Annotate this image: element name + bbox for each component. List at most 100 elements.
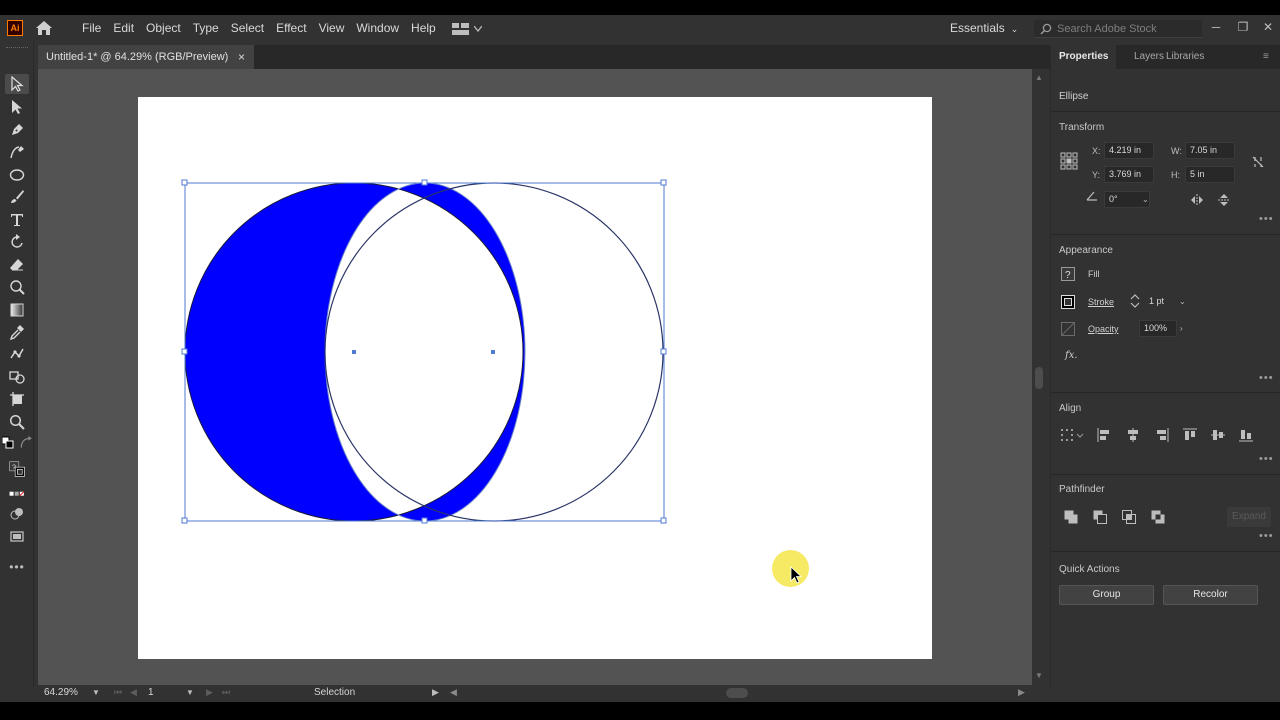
x-field[interactable]: 4.219 in <box>1104 142 1154 159</box>
artboard-tool[interactable] <box>5 389 29 409</box>
zoom-dropdown-icon[interactable]: ▼ <box>92 688 100 697</box>
align-to-selection-icon[interactable] <box>1061 429 1085 443</box>
opacity-arrow-icon[interactable]: › <box>1180 324 1183 333</box>
align-top-icon[interactable] <box>1183 428 1197 442</box>
artboard-number[interactable]: 1 <box>148 687 184 698</box>
home-icon[interactable] <box>35 20 53 36</box>
opacity-icon[interactable] <box>1061 322 1075 336</box>
align-more-options[interactable]: ••• <box>1259 453 1274 465</box>
menu-object[interactable]: Object <box>140 15 187 42</box>
gradient-tool[interactable] <box>5 300 29 320</box>
scroll-down-icon[interactable]: ▼ <box>1032 671 1046 680</box>
stroke-weight-field[interactable]: 1 pt <box>1144 293 1178 310</box>
selection-tool[interactable] <box>5 74 29 94</box>
screen-mode-button[interactable] <box>5 527 29 547</box>
default-colors-button[interactable] <box>2 436 16 449</box>
menu-edit[interactable]: Edit <box>107 15 140 42</box>
ellipse-tool[interactable] <box>5 165 29 185</box>
height-field[interactable]: 5 in <box>1185 166 1235 183</box>
workspace-switcher[interactable]: Essentials ⌄ <box>950 15 1018 42</box>
shape-builder-tool[interactable] <box>5 367 29 387</box>
panel-grip[interactable] <box>6 47 28 50</box>
last-artboard-icon[interactable]: ⏭ <box>222 687 230 698</box>
opacity-field[interactable]: 100% <box>1139 320 1177 337</box>
reference-point-icon[interactable] <box>1060 152 1078 170</box>
appearance-more-options[interactable]: ••• <box>1259 372 1274 384</box>
align-horizontal-center-icon[interactable] <box>1126 428 1140 442</box>
flip-horizontal-icon[interactable] <box>1190 193 1204 207</box>
canvas-area[interactable] <box>38 69 1032 685</box>
drawing-modes-button[interactable] <box>5 504 29 524</box>
align-vertical-center-icon[interactable] <box>1211 428 1225 442</box>
paintbrush-tool[interactable] <box>5 187 29 207</box>
puppet-warp-tool[interactable] <box>5 344 29 364</box>
eyedropper-tool[interactable] <box>5 322 29 342</box>
align-left-icon[interactable] <box>1097 428 1111 442</box>
pathfinder-intersect-icon[interactable] <box>1122 510 1136 524</box>
artboard-dropdown-icon[interactable]: ▼ <box>186 688 194 697</box>
vertical-scroll-thumb[interactable] <box>1035 367 1043 389</box>
first-artboard-icon[interactable]: ⏮ <box>114 687 122 698</box>
close-window-button[interactable]: ✕ <box>1257 15 1279 42</box>
next-artboard-icon[interactable]: ▶ <box>206 687 213 698</box>
direct-selection-tool[interactable] <box>5 97 29 117</box>
fill-label[interactable]: Fill <box>1088 269 1100 279</box>
search-input[interactable] <box>1057 22 1197 35</box>
restore-button[interactable]: ❐ <box>1232 15 1254 42</box>
swap-colors-button[interactable] <box>19 436 33 449</box>
hscroll-right-icon[interactable]: ▶ <box>1018 687 1025 698</box>
stroke-stepper-icon[interactable] <box>1130 294 1140 308</box>
stroke-weight-dropdown-icon[interactable]: ⌄ <box>1179 297 1186 306</box>
fill-stroke-swatches[interactable]: ? <box>4 456 30 482</box>
edit-toolbar-button[interactable]: ••• <box>5 557 29 577</box>
rotation-dropdown-icon[interactable]: ⌄ <box>1142 195 1149 204</box>
close-tab-icon[interactable]: × <box>238 45 245 69</box>
pathfinder-exclude-icon[interactable] <box>1151 510 1165 524</box>
color-mode-buttons[interactable] <box>3 488 31 500</box>
menu-window[interactable]: Window <box>350 15 405 42</box>
menu-select[interactable]: Select <box>225 15 270 42</box>
menu-type[interactable]: Type <box>187 15 225 42</box>
status-menu-icon[interactable]: ▶ <box>432 687 439 698</box>
expand-button[interactable]: Expand <box>1227 507 1271 527</box>
constrain-proportions-icon[interactable] <box>1251 155 1265 169</box>
y-field[interactable]: 3.769 in <box>1104 166 1154 183</box>
pathfinder-more-options[interactable]: ••• <box>1259 530 1274 542</box>
hscroll-left-icon[interactable]: ◀ <box>450 687 457 698</box>
group-button[interactable]: Group <box>1059 585 1154 605</box>
opacity-label[interactable]: Opacity <box>1088 324 1119 334</box>
transform-more-options[interactable]: ••• <box>1259 213 1274 225</box>
menu-view[interactable]: View <box>313 15 351 42</box>
previous-artboard-icon[interactable]: ◀ <box>130 687 137 698</box>
type-tool[interactable] <box>5 210 29 230</box>
menu-effect[interactable]: Effect <box>270 15 312 42</box>
curvature-tool[interactable] <box>5 142 29 162</box>
rotate-tool[interactable] <box>5 232 29 252</box>
scroll-up-icon[interactable]: ▲ <box>1032 73 1046 82</box>
tab-properties[interactable]: Properties <box>1051 45 1117 69</box>
minimize-button[interactable]: ─ <box>1205 15 1227 42</box>
align-right-icon[interactable] <box>1155 428 1169 442</box>
menu-file[interactable]: File <box>76 15 107 42</box>
stroke-label[interactable]: Stroke <box>1088 297 1114 307</box>
pathfinder-unite-icon[interactable] <box>1064 510 1078 524</box>
horizontal-scroll-thumb[interactable] <box>726 688 748 698</box>
vertical-scrollbar[interactable]: ▲ ▼ <box>1032 69 1046 685</box>
pen-tool[interactable] <box>5 120 29 140</box>
menu-help[interactable]: Help <box>405 15 442 42</box>
stroke-swatch-icon[interactable] <box>1061 295 1075 309</box>
fill-unknown-icon[interactable]: ? <box>1061 267 1075 281</box>
document-tab[interactable]: Untitled-1* @ 64.29% (RGB/Preview) × <box>38 45 254 69</box>
recolor-button[interactable]: Recolor <box>1163 585 1258 605</box>
align-bottom-icon[interactable] <box>1239 428 1253 442</box>
flip-vertical-icon[interactable] <box>1217 193 1231 207</box>
eraser-tool[interactable] <box>5 255 29 275</box>
panel-menu-icon[interactable]: ≡ <box>1263 51 1269 62</box>
arrange-documents-button[interactable] <box>452 21 488 37</box>
pathfinder-minus-front-icon[interactable] <box>1093 510 1107 524</box>
warp-tool[interactable] <box>5 277 29 297</box>
tab-libraries[interactable]: Libraries <box>1158 45 1212 69</box>
zoom-tool[interactable] <box>5 412 29 432</box>
width-field[interactable]: 7.05 in <box>1185 142 1235 159</box>
fx-icon[interactable]: fx. <box>1065 350 1078 361</box>
